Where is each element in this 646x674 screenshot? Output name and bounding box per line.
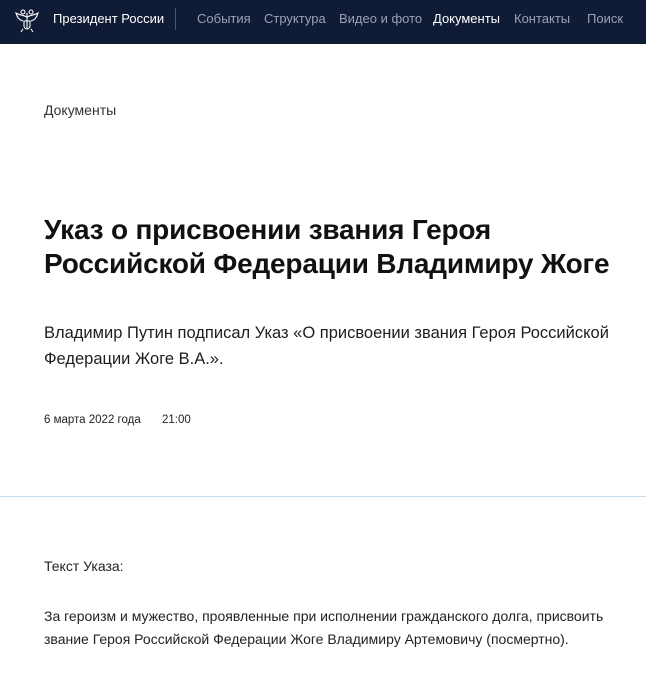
nav-item-structure[interactable]: Структура <box>264 0 326 37</box>
nav-item-contacts[interactable]: Контакты <box>514 0 570 37</box>
decree-text-label: Текст Указа: <box>44 558 124 574</box>
article-lead: Владимир Путин подписал Указ «О присвоен… <box>44 324 609 368</box>
nav-item-search[interactable]: Поиск <box>587 0 623 37</box>
decree-body-text: За героизм и мужество, проявленные при и… <box>44 608 604 647</box>
nav-item-video-photo[interactable]: Видео и фото <box>339 0 422 37</box>
article-date: 6 марта 2022 года <box>44 414 141 426</box>
article-time: 21:00 <box>162 414 191 426</box>
section-divider <box>0 496 646 497</box>
top-navigation-bar: Президент России События Структура Видео… <box>0 0 646 44</box>
nav-item-events[interactable]: События <box>197 0 251 37</box>
site-title-link[interactable]: Президент России <box>53 0 164 37</box>
double-headed-eagle-icon[interactable] <box>14 7 40 33</box>
page-title: Указ о присвоении звания Героя Российско… <box>44 214 610 279</box>
breadcrumb-documents[interactable]: Документы <box>44 102 116 118</box>
nav-divider <box>175 8 176 30</box>
nav-item-documents[interactable]: Документы <box>433 0 500 37</box>
